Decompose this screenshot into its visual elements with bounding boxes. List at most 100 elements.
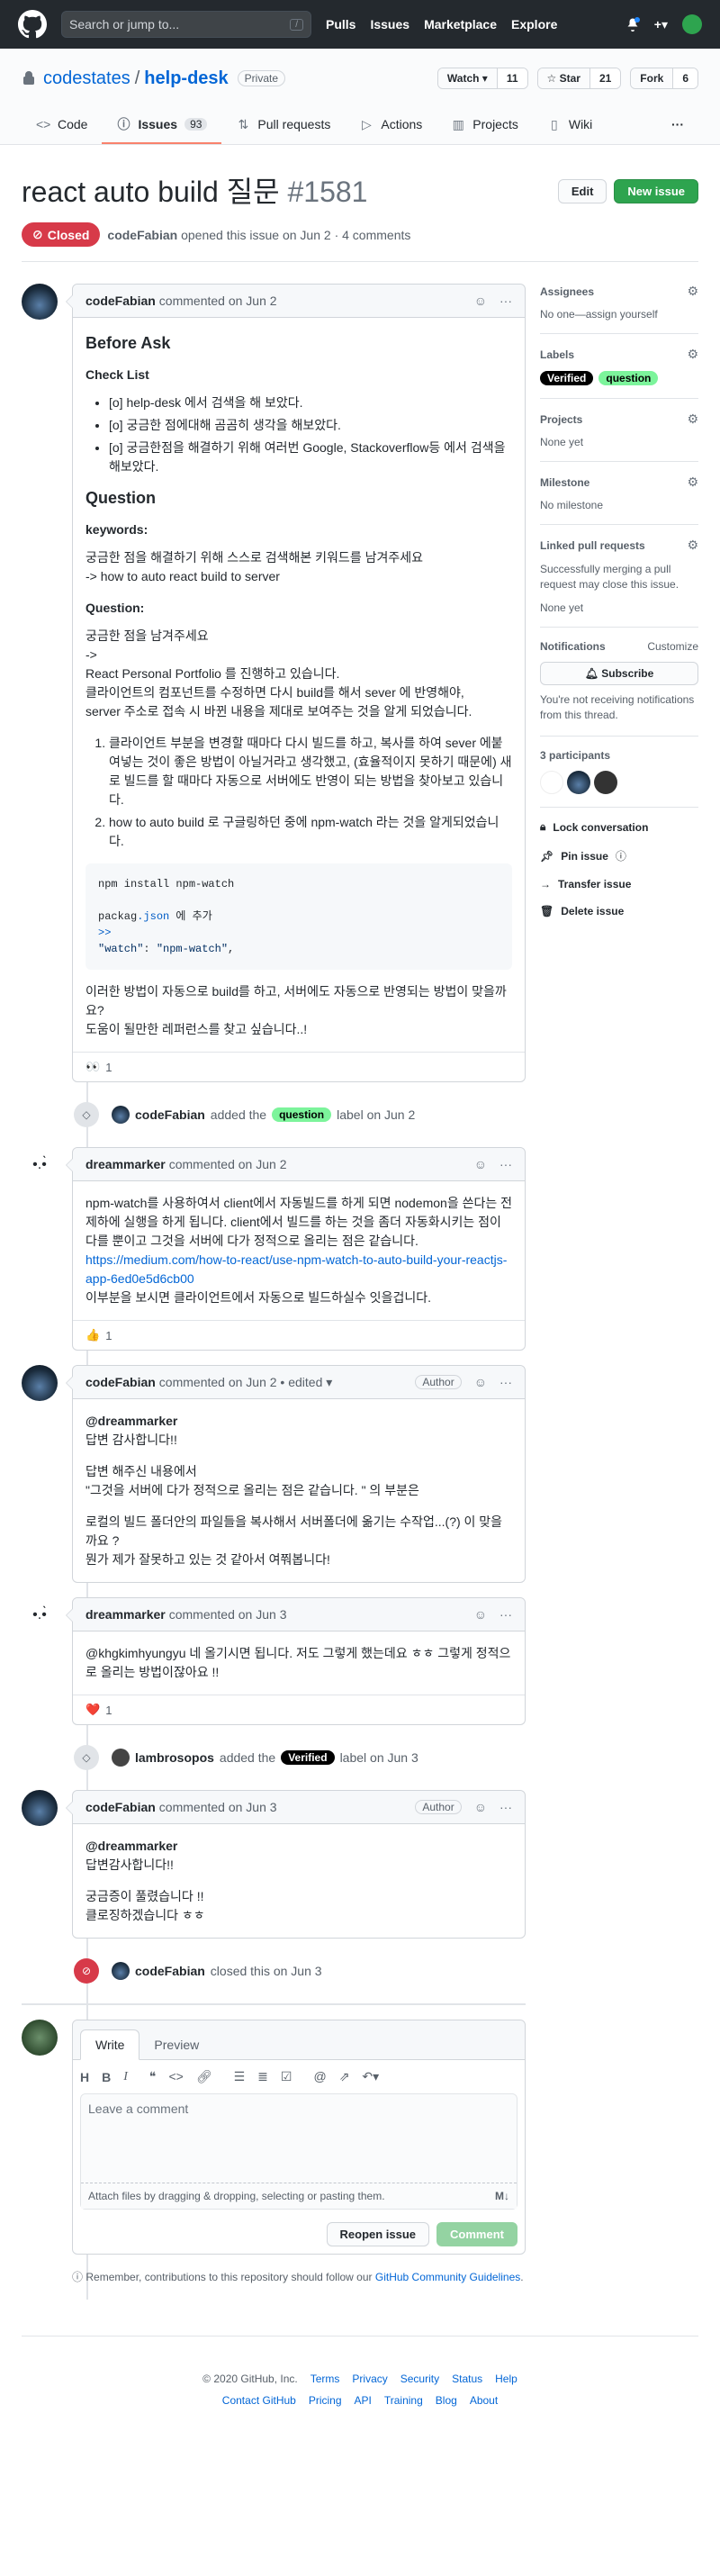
fork-count[interactable]: 6 — [672, 68, 698, 88]
label-verified[interactable]: Verified — [540, 371, 594, 385]
watch-count[interactable]: 11 — [496, 68, 527, 88]
comment-author[interactable]: codeFabian — [86, 1800, 156, 1814]
nav-issues[interactable]: Issues — [370, 17, 410, 32]
search-input[interactable]: Search or jump to... / — [61, 11, 311, 38]
transfer-issue-button[interactable]: → Transfer issue — [540, 878, 698, 890]
gear-icon[interactable]: ⚙ — [687, 284, 698, 299]
smiley-icon[interactable]: ☺ — [474, 1375, 487, 1389]
smiley-icon[interactable]: ☺ — [474, 1607, 487, 1622]
italic-icon[interactable]: I — [123, 2070, 128, 2084]
reply-icon[interactable]: ↶▾ — [362, 2069, 379, 2084]
delete-issue-button[interactable]: 🗑︎ Delete issue — [540, 905, 698, 917]
mention[interactable]: @dreammarker — [86, 1839, 177, 1853]
comment-meta[interactable]: commented on Jun 2 — [159, 294, 277, 308]
customize-link[interactable]: Customize — [647, 640, 698, 653]
smiley-icon[interactable]: ☺ — [474, 1157, 487, 1171]
repo-owner-link[interactable]: codestates — [43, 68, 130, 89]
file-attach-area[interactable]: Attach files by dragging & dropping, sel… — [81, 2183, 517, 2209]
assignees-value[interactable]: No one—assign yourself — [540, 308, 698, 321]
more-tabs-button[interactable]: ··· — [657, 117, 698, 144]
comment-author[interactable]: codeFabian — [86, 1375, 156, 1389]
tab-preview[interactable]: Preview — [140, 2030, 213, 2059]
event-actor[interactable]: codeFabian — [135, 1964, 205, 1978]
kebab-horizontal-icon[interactable]: ··· — [500, 1375, 512, 1389]
watch-button[interactable]: Watch ▾ 11 — [436, 68, 528, 89]
nav-marketplace[interactable]: Marketplace — [424, 17, 497, 32]
avatar[interactable] — [540, 771, 563, 794]
event-suffix[interactable]: label on Jun 3 — [340, 1750, 418, 1765]
footer-link-blog[interactable]: Blog — [436, 2394, 457, 2407]
heading-icon[interactable]: H — [80, 2070, 89, 2084]
mention-icon[interactable]: @ — [313, 2069, 326, 2084]
label-question[interactable]: question — [598, 371, 659, 385]
star-count[interactable]: 21 — [589, 68, 621, 88]
event-actor[interactable]: codeFabian — [135, 1107, 205, 1122]
medium-link[interactable]: https://medium.com/how-to-react/use-npm-… — [86, 1252, 507, 1286]
comment-meta[interactable]: commented on Jun 3 — [159, 1800, 277, 1814]
nav-pulls[interactable]: Pulls — [326, 17, 356, 32]
cross-reference-icon[interactable]: ⇗ — [339, 2069, 350, 2084]
lock-conversation-button[interactable]: 🔒︎ Lock conversation — [540, 820, 698, 834]
label-question[interactable]: question — [272, 1107, 332, 1122]
create-new-icon[interactable]: +▾ — [654, 17, 668, 32]
tab-code[interactable]: <> Code — [22, 117, 102, 144]
star-button[interactable]: ☆ Star 21 — [536, 68, 622, 89]
guidelines-link[interactable]: GitHub Community Guidelines — [375, 2271, 520, 2283]
event-text[interactable]: closed this on Jun 3 — [211, 1964, 322, 1978]
footer-link-api[interactable]: API — [355, 2394, 372, 2407]
avatar[interactable] — [594, 771, 617, 794]
smiley-icon[interactable]: ☺ — [474, 294, 487, 308]
comment-textarea[interactable]: Leave a comment — [81, 2094, 517, 2183]
gear-icon[interactable]: ⚙ — [687, 411, 698, 427]
github-logo-icon[interactable] — [18, 10, 47, 39]
tab-wiki[interactable]: ▯ Wiki — [533, 117, 607, 144]
comment-author[interactable]: dreammarker — [86, 1607, 166, 1622]
comment-meta[interactable]: commented on Jun 2 • edited ▾ — [159, 1375, 333, 1390]
comment-author[interactable]: dreammarker — [86, 1157, 166, 1171]
tab-issues[interactable]: ⓘ Issues 93 — [102, 117, 222, 144]
avatar[interactable] — [22, 284, 58, 320]
event-suffix[interactable]: label on Jun 2 — [337, 1107, 415, 1122]
label-verified[interactable]: Verified — [281, 1750, 335, 1765]
list-unordered-icon[interactable]: ☰ — [234, 2069, 246, 2084]
avatar[interactable] — [112, 1106, 130, 1124]
avatar[interactable] — [22, 1365, 58, 1401]
reaction-button[interactable]: 👀 1 — [86, 1060, 112, 1074]
event-actor[interactable]: lambrosopos — [135, 1750, 214, 1765]
avatar[interactable] — [22, 2020, 58, 2056]
footer-link-security[interactable]: Security — [400, 2373, 439, 2385]
footer-link-terms[interactable]: Terms — [310, 2373, 340, 2385]
comment-meta[interactable]: commented on Jun 2 — [169, 1157, 287, 1171]
avatar[interactable]: •.•̀ — [22, 1147, 58, 1183]
nav-explore[interactable]: Explore — [511, 17, 557, 32]
list-ordered-icon[interactable]: ≣ — [257, 2069, 268, 2084]
pin-issue-button[interactable]: 📌︎ Pin issue ⓘ — [540, 848, 698, 863]
kebab-horizontal-icon[interactable]: ··· — [500, 1607, 512, 1622]
gear-icon[interactable]: ⚙ — [687, 538, 698, 553]
footer-link-privacy[interactable]: Privacy — [352, 2373, 387, 2385]
reaction-button[interactable]: 👍 1 — [86, 1328, 112, 1342]
bold-icon[interactable]: B — [102, 2070, 111, 2084]
reaction-button[interactable]: ❤️ 1 — [86, 1703, 112, 1717]
tab-write[interactable]: Write — [80, 2029, 140, 2060]
avatar[interactable] — [22, 1790, 58, 1826]
reopen-issue-button[interactable]: Reopen issue — [326, 2222, 430, 2246]
avatar[interactable]: •.•̀ — [22, 1597, 58, 1633]
fork-button[interactable]: Fork 6 — [630, 68, 698, 89]
repo-name-link[interactable]: help-desk — [144, 68, 228, 88]
comment-button[interactable]: Comment — [436, 2222, 518, 2246]
code-icon[interactable]: <> — [168, 2069, 183, 2084]
bell-icon[interactable] — [626, 17, 640, 32]
mention[interactable]: @dreammarker — [86, 1414, 177, 1428]
issue-author-link[interactable]: codeFabian — [107, 228, 177, 242]
avatar[interactable] — [112, 1962, 130, 1980]
avatar[interactable] — [567, 771, 590, 794]
footer-link-contact[interactable]: Contact GitHub — [222, 2394, 296, 2407]
comment-author[interactable]: codeFabian — [86, 294, 156, 308]
avatar[interactable] — [112, 1749, 130, 1767]
footer-link-status[interactable]: Status — [452, 2373, 482, 2385]
footer-link-pricing[interactable]: Pricing — [309, 2394, 342, 2407]
kebab-horizontal-icon[interactable]: ··· — [500, 294, 512, 308]
edit-button[interactable]: Edit — [557, 179, 608, 203]
kebab-horizontal-icon[interactable]: ··· — [500, 1157, 512, 1171]
